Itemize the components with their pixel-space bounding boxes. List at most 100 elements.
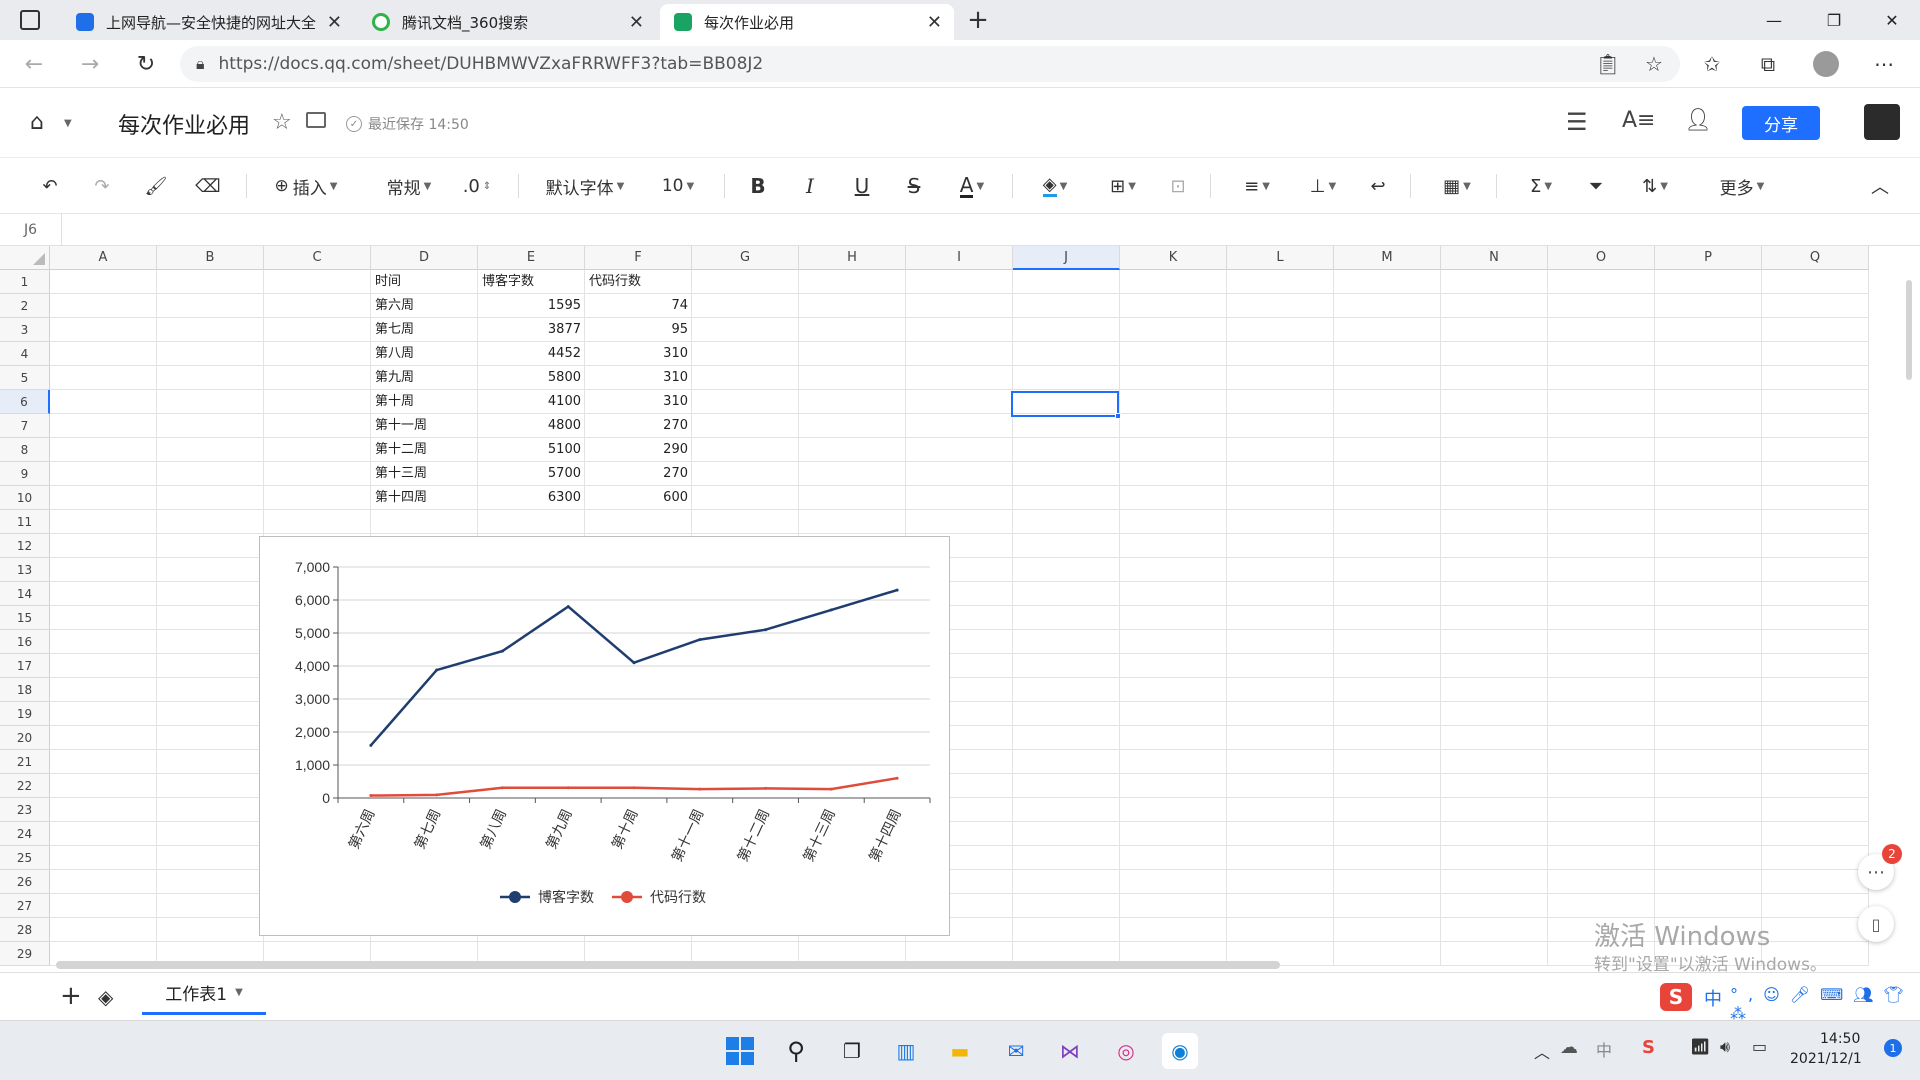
text-format-icon[interactable]: A≡ — [1622, 108, 1655, 133]
redo-icon[interactable]: ↷ — [88, 168, 116, 204]
row-header[interactable]: 22 — [0, 774, 50, 798]
table-cell[interactable]: 博客字数 — [478, 270, 585, 294]
browser-tab-3[interactable]: 每次作业必用 ✕ — [660, 4, 954, 40]
column-header[interactable]: E — [478, 246, 585, 270]
row-header[interactable]: 8 — [0, 438, 50, 462]
row-header[interactable]: 5 — [0, 366, 50, 390]
table-cell[interactable]: 第十周 — [371, 390, 478, 414]
browser-tab-1[interactable]: 上网导航—安全快捷的网址大全 ✕ — [62, 4, 354, 40]
table-cell[interactable]: 5800 — [478, 366, 585, 390]
table-cell[interactable]: 290 — [585, 438, 692, 462]
column-header[interactable]: K — [1120, 246, 1227, 270]
ime-toolbar-icons[interactable]: °,☺🎤︎⌨👥︎👕︎⁂ — [1730, 985, 1920, 1023]
more-menu-icon[interactable]: ⋯ — [1868, 48, 1900, 80]
column-header[interactable]: H — [799, 246, 906, 270]
formula-input[interactable] — [70, 220, 1870, 240]
folder-icon[interactable] — [306, 112, 326, 128]
mail-icon[interactable]: ✉ — [998, 1033, 1034, 1069]
column-header[interactable]: I — [906, 246, 1013, 270]
row-header[interactable]: 24 — [0, 822, 50, 846]
add-sheet-icon[interactable]: + — [60, 981, 82, 1011]
column-header[interactable]: C — [264, 246, 371, 270]
close-icon[interactable]: ✕ — [927, 12, 942, 33]
clock-date[interactable]: 2021/12/1 — [1790, 1051, 1862, 1067]
table-cell[interactable]: 310 — [585, 390, 692, 414]
table-cell[interactable]: 3877 — [478, 318, 585, 342]
ime-language[interactable]: 中 — [1704, 985, 1722, 1011]
row-header[interactable]: 21 — [0, 750, 50, 774]
row-header[interactable]: 4 — [0, 342, 50, 366]
task-view-icon[interactable]: ❐ — [834, 1033, 870, 1069]
column-header[interactable]: J — [1013, 246, 1120, 270]
share-button[interactable]: 分享 — [1742, 106, 1820, 140]
table-cell[interactable]: 5700 — [478, 462, 585, 486]
table-cell[interactable]: 4800 — [478, 414, 585, 438]
select-all-corner[interactable] — [0, 246, 50, 270]
row-header[interactable]: 14 — [0, 582, 50, 606]
sheet-list-icon[interactable]: ◈ — [98, 985, 113, 1009]
table-cell[interactable]: 第九周 — [371, 366, 478, 390]
row-header[interactable]: 29 — [0, 942, 50, 966]
table-cell[interactable]: 5100 — [478, 438, 585, 462]
table-cell[interactable]: 第十一周 — [371, 414, 478, 438]
sheet-tab-active[interactable]: 工作表1 ▼ — [142, 973, 266, 1015]
row-header[interactable]: 2 — [0, 294, 50, 318]
vertical-align-icon[interactable]: ⊥ ▼ — [1302, 168, 1344, 204]
row-header[interactable]: 13 — [0, 558, 50, 582]
creative-cloud-icon[interactable]: ◎ — [1108, 1033, 1144, 1069]
table-cell[interactable]: 270 — [585, 414, 692, 438]
table-cell[interactable]: 6300 — [478, 486, 585, 510]
comments-button[interactable]: ⋯ 2 — [1858, 844, 1902, 890]
add-collaborator-icon[interactable]: 👤︎ — [1684, 108, 1712, 133]
column-header[interactable]: L — [1227, 246, 1334, 270]
browser-tab-2[interactable]: 腾讯文档_360搜索 ✕ — [358, 4, 656, 40]
insert-button[interactable]: ⊕ 插入 ▼ — [268, 168, 344, 204]
table-cell[interactable]: 第十二周 — [371, 438, 478, 462]
more-button[interactable]: 更多 ▼ — [1714, 168, 1770, 204]
file-explorer-icon[interactable]: ▬ — [942, 1033, 978, 1069]
row-header[interactable]: 26 — [0, 870, 50, 894]
table-cell[interactable]: 第七周 — [371, 318, 478, 342]
underline-icon[interactable]: U — [848, 168, 876, 204]
table-cell[interactable]: 时间 — [371, 270, 478, 294]
column-header[interactable]: Q — [1762, 246, 1869, 270]
format-painter-icon[interactable]: 🖌︎ — [142, 168, 170, 204]
table-cell[interactable]: 310 — [585, 366, 692, 390]
row-header[interactable]: 17 — [0, 654, 50, 678]
column-header[interactable]: O — [1548, 246, 1655, 270]
menu-icon[interactable]: ☰ — [1566, 108, 1588, 136]
row-header[interactable]: 9 — [0, 462, 50, 486]
row-header[interactable]: 19 — [0, 702, 50, 726]
edge-icon[interactable]: ◉ — [1162, 1033, 1198, 1069]
column-header[interactable]: F — [585, 246, 692, 270]
bold-icon[interactable]: B — [744, 168, 772, 204]
font-size-dropdown[interactable]: 10 ▼ — [656, 168, 700, 204]
notification-center-icon[interactable]: 1 — [1884, 1039, 1902, 1057]
ime-indicator-icon[interactable]: 中 — [1596, 1037, 1612, 1061]
column-header[interactable]: N — [1441, 246, 1548, 270]
row-header[interactable]: 20 — [0, 726, 50, 750]
clock-time[interactable]: 14:50 — [1820, 1031, 1860, 1047]
table-cell[interactable]: 第十四周 — [371, 486, 478, 510]
font-dropdown[interactable]: 默认字体 ▼ — [540, 168, 630, 204]
new-tab-button[interactable]: + — [962, 4, 994, 36]
row-header[interactable]: 28 — [0, 918, 50, 942]
tray-chevron-up-icon[interactable]: ︿ — [1534, 1039, 1550, 1063]
favorite-add-icon[interactable]: ☆ — [1638, 48, 1670, 80]
widgets-icon[interactable]: ▥ — [888, 1033, 924, 1069]
strikethrough-icon[interactable]: S — [900, 168, 928, 204]
line-chart[interactable]: 0 1,000 2,000 3,000 4,000 5,000 6,000 7,000 第六周 第… — [259, 536, 950, 936]
row-header[interactable]: 18 — [0, 678, 50, 702]
sogou-tray-icon[interactable]: S — [1642, 1037, 1655, 1058]
filter-icon[interactable]: ⏷ — [1582, 168, 1610, 204]
font-color-icon[interactable]: A ▼ — [952, 168, 992, 204]
column-header[interactable]: M — [1334, 246, 1441, 270]
refresh-button[interactable]: ↻ — [130, 48, 162, 80]
row-header[interactable]: 1 — [0, 270, 50, 294]
clipboard-icon[interactable]: 📋︎ — [1592, 48, 1624, 80]
collections-icon[interactable]: ⧉ — [1752, 48, 1784, 80]
close-icon[interactable]: ✕ — [629, 12, 644, 33]
column-header[interactable]: D — [371, 246, 478, 270]
onedrive-icon[interactable]: ☁ — [1560, 1037, 1578, 1058]
row-header[interactable]: 10 — [0, 486, 50, 510]
